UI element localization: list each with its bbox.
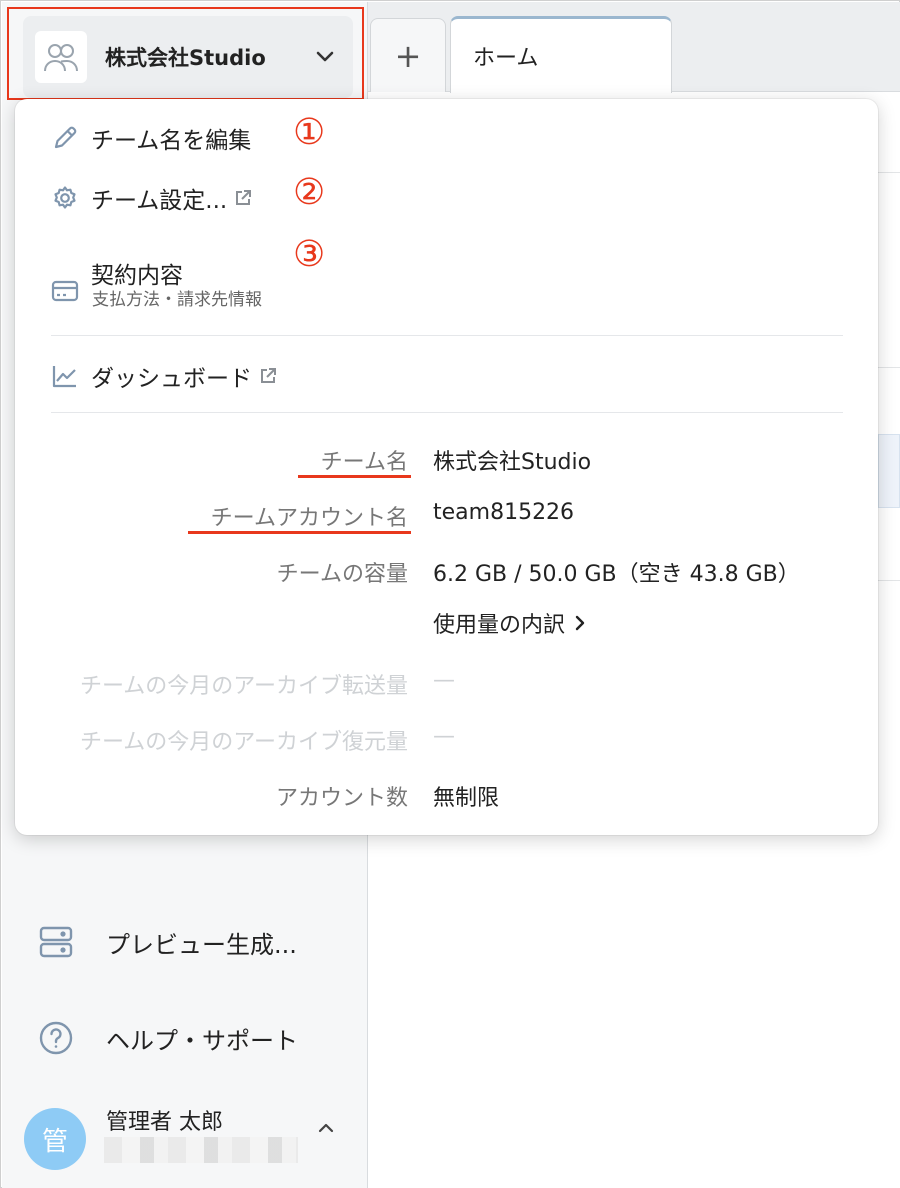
chart-icon	[51, 362, 79, 390]
menu-item-sublabel: 支払方法・請求先情報	[92, 290, 262, 310]
annotation-underline	[188, 531, 411, 534]
external-link-icon	[258, 366, 278, 386]
chevron-down-icon	[315, 47, 335, 67]
info-value-archive-restore: —	[433, 724, 455, 749]
menu-item-label: ダッシュボード	[91, 366, 252, 392]
menu-item-label: チーム設定...	[91, 188, 228, 214]
chevron-up-icon	[314, 1116, 338, 1140]
tab-home[interactable]: ホーム	[450, 16, 672, 93]
menu-item-dashboard[interactable]: ダッシュボード	[51, 359, 278, 393]
avatar: 管	[24, 1108, 86, 1170]
info-value-capacity: 6.2 GB / 50.0 GB（空き 43.8 GB）	[433, 562, 800, 587]
annotation-underline	[298, 475, 411, 478]
menu-item-team-settings[interactable]: チーム設定...	[51, 181, 253, 215]
chevron-right-icon	[575, 615, 585, 631]
team-icon	[35, 31, 87, 83]
help-icon	[38, 1020, 74, 1056]
user-name: 管理者 太郎	[106, 1110, 223, 1135]
usage-link-label: 使用量の内訳	[433, 613, 566, 638]
divider	[51, 335, 843, 336]
annotation-marker-1: ①	[293, 112, 326, 153]
user-menu[interactable]: 管 管理者 太郎	[24, 1102, 424, 1182]
add-tab-button[interactable]: +	[370, 18, 446, 92]
sidebar-item-label: ヘルプ・サポート	[106, 1026, 298, 1055]
menu-item-label: チーム名を編集	[91, 128, 252, 154]
info-label-account-count: アカウント数	[275, 786, 408, 811]
gear-icon	[51, 184, 79, 212]
sidebar-item-label: プレビュー生成...	[106, 930, 297, 959]
info-value-archive-transfer: —	[433, 668, 455, 693]
info-label-archive-restore: チームの今月のアーカイブ復元量	[79, 730, 408, 755]
card-icon	[51, 277, 79, 305]
annotation-marker-3: ③	[293, 234, 326, 275]
tab-label: ホーム	[473, 46, 539, 71]
app-window: 株式会社Studio プレビュー生成... ヘルプ・サポート 管 管理者 太郎 …	[0, 0, 900, 1188]
info-label-capacity: チームの容量	[276, 562, 408, 587]
team-name: 株式会社Studio	[105, 46, 266, 70]
info-label-account-name: チームアカウント名	[210, 506, 408, 531]
divider	[51, 412, 843, 413]
selected-row-edge	[878, 434, 900, 508]
menu-item-edit-team-name[interactable]: チーム名を編集	[51, 121, 251, 155]
usage-breakdown-link[interactable]: 使用量の内訳	[433, 607, 585, 639]
info-value-team-name: 株式会社Studio	[433, 450, 592, 475]
annotation-marker-2: ②	[293, 172, 326, 213]
sidebar-item-preview[interactable]: プレビュー生成...	[38, 924, 297, 960]
info-value-account-name: team815226	[433, 500, 575, 525]
team-switcher[interactable]: 株式会社Studio	[23, 16, 353, 98]
team-menu-dropdown: チーム名を編集 ① チーム設定... ② 契約内容 支払方法・請求先情報 ③ ダ…	[15, 99, 878, 835]
info-label-team-name: チーム名	[320, 450, 408, 475]
info-value-account-count: 無制限	[433, 786, 500, 811]
sidebar-item-help[interactable]: ヘルプ・サポート	[38, 1020, 298, 1056]
external-link-icon	[233, 188, 253, 208]
pencil-icon	[51, 124, 79, 152]
server-icon	[38, 924, 74, 960]
user-email-redacted	[104, 1137, 298, 1163]
info-label-archive-transfer: チームの今月のアーカイブ転送量	[79, 674, 408, 699]
tab-bar: + ホーム	[368, 2, 900, 93]
